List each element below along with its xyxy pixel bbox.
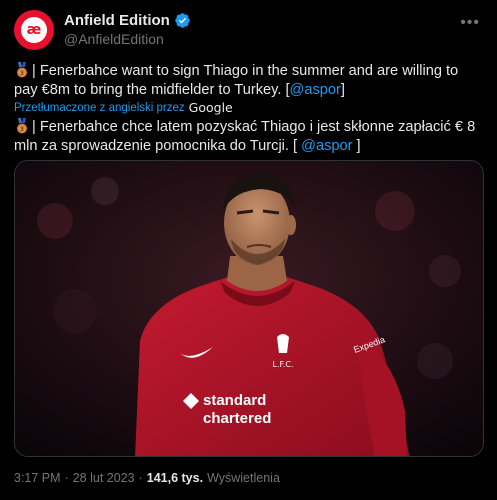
tweet-translated-text: 3 | Fenerbahce chce latem pozyskać Thiag… [14, 118, 484, 156]
translation-attribution: Przetłumaczone z angielski przez Google [14, 100, 233, 115]
svg-text:3: 3 [20, 70, 24, 77]
tweet-meta: 3:17 PM · 28 lut 2023 · 141,6 tys. Wyświ… [14, 471, 280, 485]
author-display-name[interactable]: Anfield Edition [64, 12, 170, 29]
avatar[interactable]: æ [14, 10, 54, 50]
tweet-translated-suffix: ] [352, 138, 361, 154]
bronze-medal-icon: 3 [17, 62, 27, 78]
views-label: Wyświetlenia [207, 471, 280, 485]
tweet-original-text: 3 | Fenerbahce want to sign Thiago in th… [14, 62, 484, 100]
verified-badge-icon [175, 13, 190, 28]
meta-separator: · [64, 471, 69, 485]
tweet-photo[interactable]: L.F.C. standard chartered Expedia [14, 160, 484, 457]
mention-link[interactable]: @aspor [290, 82, 341, 98]
avatar-logo: æ [21, 17, 47, 43]
translated-by-label[interactable]: Przetłumaczone z angielski przez [14, 102, 185, 114]
bronze-medal-icon: 3 [17, 118, 27, 134]
views-count: 141,6 tys. [146, 471, 204, 485]
google-logo: Google [188, 100, 233, 115]
mention-link[interactable]: @aspor [301, 138, 352, 154]
player-photo-illustration: L.F.C. standard chartered Expedia [15, 161, 483, 456]
author-name-row: Anfield Edition [64, 12, 191, 29]
tweet-original-suffix: ] [340, 82, 345, 98]
tweet-original-body: | Fenerbahce want to sign Thiago in the … [14, 63, 459, 98]
meta-separator: · [138, 471, 143, 485]
svg-text:standard: standard [203, 392, 266, 409]
svg-text:3: 3 [20, 126, 24, 133]
more-options-icon[interactable]: ••• [460, 14, 480, 32]
tweet-translated-body: | Fenerbahce chce latem pozyskać Thiago … [14, 119, 476, 154]
svg-text:chartered: chartered [203, 410, 271, 427]
tweet-date[interactable]: 28 lut 2023 [73, 471, 135, 485]
svg-text:L.F.C.: L.F.C. [273, 360, 294, 369]
tweet-header: æ Anfield Edition @AnfieldEdition ••• [14, 10, 484, 50]
tweet-time[interactable]: 3:17 PM [14, 471, 61, 485]
author-handle[interactable]: @AnfieldEdition [64, 31, 164, 47]
